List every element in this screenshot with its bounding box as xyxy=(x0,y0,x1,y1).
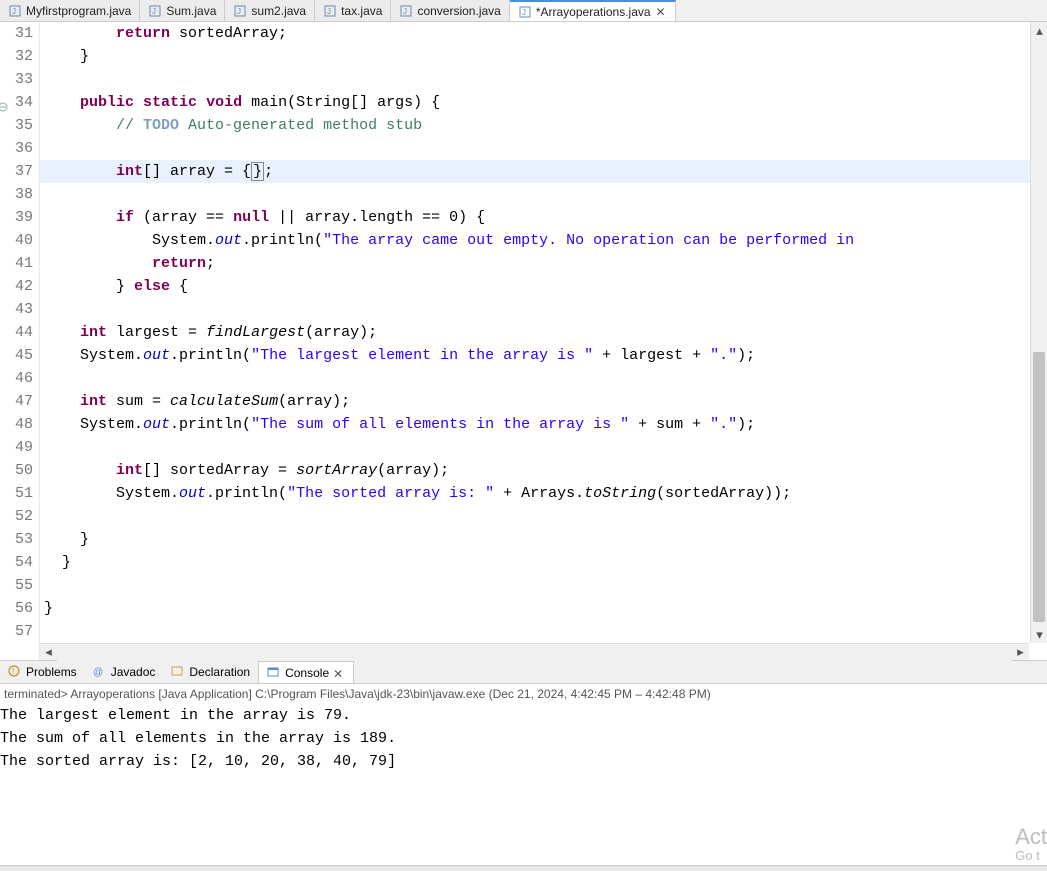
svg-text:J: J xyxy=(237,7,241,16)
java-file-icon: J xyxy=(148,4,162,18)
tab-label: sum2.java xyxy=(251,4,306,18)
editor-tab-active[interactable]: J *Arrayoperations.java ✕ xyxy=(510,0,676,21)
tab-label: conversion.java xyxy=(417,4,500,18)
tab-label: tax.java xyxy=(341,4,382,18)
panel-tab-problems[interactable]: ! Problems xyxy=(0,661,85,683)
svg-text:J: J xyxy=(12,7,16,16)
console-output[interactable]: The largest element in the array is 79. … xyxy=(0,704,1047,824)
horizontal-scrollbar[interactable]: ◂ ▸ xyxy=(40,643,1029,660)
scrollbar-track[interactable] xyxy=(57,644,1012,661)
panel-tab-declaration[interactable]: Declaration xyxy=(163,661,258,683)
close-icon[interactable]: ✕ xyxy=(333,667,345,679)
java-file-icon: J xyxy=(518,5,532,19)
editor-tab[interactable]: J tax.java xyxy=(315,0,391,21)
line-number-gutter: 3132333435363738394041424344454647484950… xyxy=(0,22,40,660)
svg-text:@: @ xyxy=(93,667,103,677)
javadoc-icon: @ xyxy=(93,665,107,679)
svg-text:!: ! xyxy=(12,667,14,676)
panel-tab-label: Console xyxy=(285,666,329,680)
java-file-icon: J xyxy=(8,4,22,18)
activation-watermark: Act Go t xyxy=(1015,825,1047,863)
scroll-up-arrow-icon[interactable]: ▴ xyxy=(1031,22,1047,39)
java-file-icon: J xyxy=(323,4,337,18)
bottom-panel-tab-bar: ! Problems @ Javadoc Declaration Console… xyxy=(0,660,1047,684)
editor-tab[interactable]: J sum2.java xyxy=(225,0,315,21)
console-icon xyxy=(267,666,281,680)
close-icon[interactable]: ✕ xyxy=(655,6,667,18)
panel-tab-javadoc[interactable]: @ Javadoc xyxy=(85,661,164,683)
panel-tab-label: Problems xyxy=(26,665,77,679)
editor-tab[interactable]: J conversion.java xyxy=(391,0,509,21)
vertical-scrollbar[interactable]: ▴ ▾ xyxy=(1030,22,1047,643)
panel-tab-label: Declaration xyxy=(189,665,250,679)
scrollbar-thumb[interactable] xyxy=(1033,352,1045,622)
svg-text:J: J xyxy=(327,7,331,16)
java-file-icon: J xyxy=(399,4,413,18)
panel-tab-console[interactable]: Console ✕ xyxy=(258,661,354,683)
editor-tab[interactable]: J Myfirstprogram.java xyxy=(0,0,140,21)
tab-label: Sum.java xyxy=(166,4,216,18)
status-bar xyxy=(0,865,1047,871)
watermark-line2: Go t xyxy=(1015,849,1047,863)
tab-label: Myfirstprogram.java xyxy=(26,4,131,18)
code-editor[interactable]: 3132333435363738394041424344454647484950… xyxy=(0,22,1047,660)
console-header: terminated> Arrayoperations [Java Applic… xyxy=(0,684,1047,704)
scroll-left-arrow-icon[interactable]: ◂ xyxy=(40,644,57,661)
code-content[interactable]: return sortedArray; } public static void… xyxy=(40,22,1047,660)
java-file-icon: J xyxy=(233,4,247,18)
declaration-icon xyxy=(171,665,185,679)
watermark-line1: Act xyxy=(1015,825,1047,849)
svg-text:J: J xyxy=(522,8,526,17)
scroll-down-arrow-icon[interactable]: ▾ xyxy=(1031,626,1047,643)
scroll-right-arrow-icon[interactable]: ▸ xyxy=(1012,644,1029,661)
problems-icon: ! xyxy=(8,665,22,679)
panel-tab-label: Javadoc xyxy=(111,665,156,679)
svg-text:J: J xyxy=(152,7,156,16)
svg-text:J: J xyxy=(403,7,407,16)
tab-label: *Arrayoperations.java xyxy=(536,5,651,19)
editor-tab[interactable]: J Sum.java xyxy=(140,0,225,21)
editor-tab-bar: J Myfirstprogram.java J Sum.java J sum2.… xyxy=(0,0,1047,22)
